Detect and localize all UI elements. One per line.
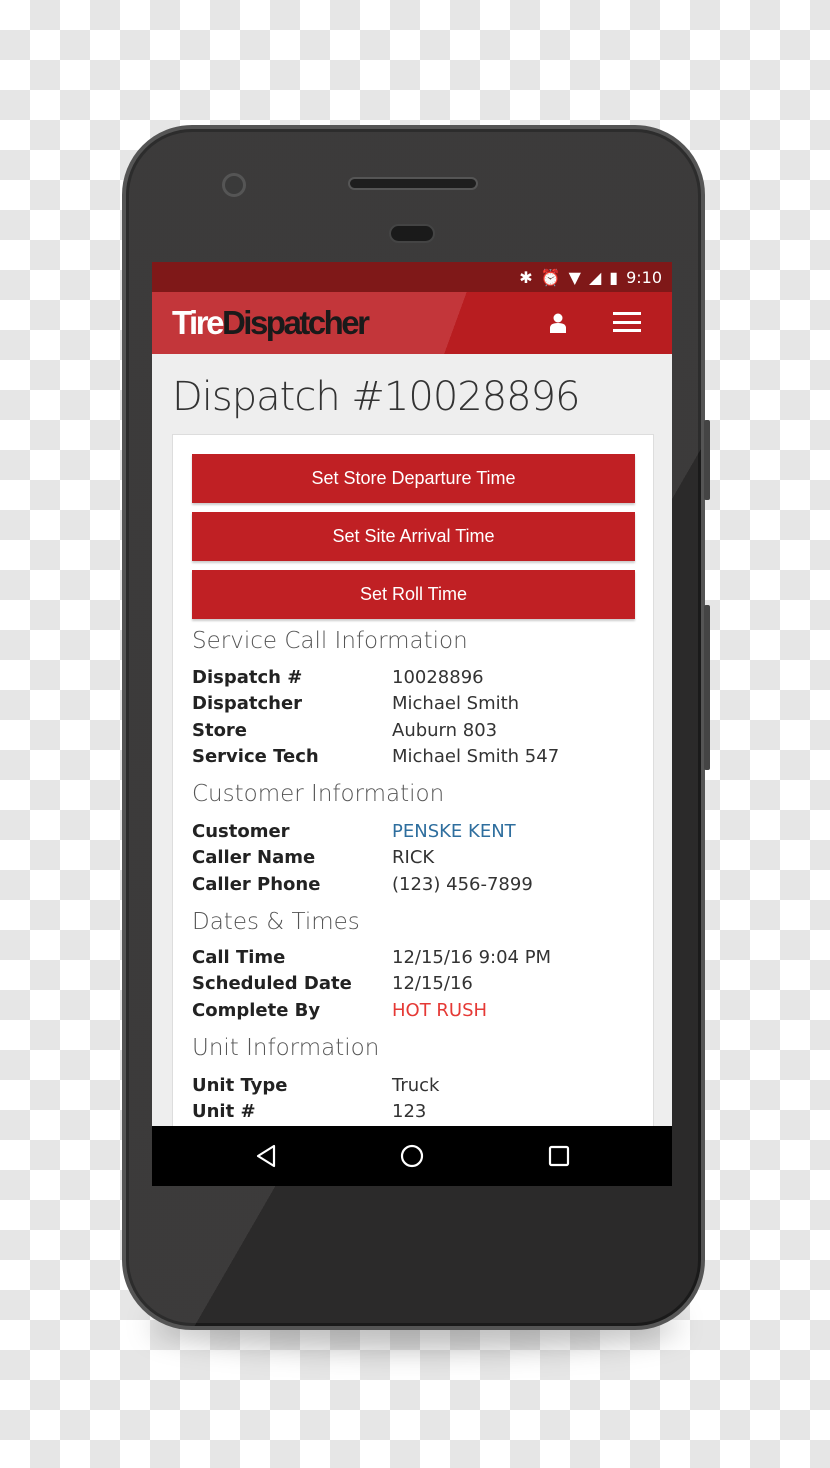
earpiece-speaker	[348, 177, 478, 190]
status-time: 9:10	[626, 267, 662, 287]
info-value: 10028896	[392, 667, 484, 688]
section-heading: Service Call Information	[192, 628, 468, 654]
info-row: Store Auburn 803	[192, 720, 497, 741]
alarm-icon: ⏰	[540, 267, 561, 287]
info-value: Michael Smith	[392, 693, 520, 714]
info-row: Customer PENSKE KENT	[192, 821, 516, 842]
home-icon[interactable]	[400, 1144, 424, 1168]
info-label: Unit #	[192, 1101, 256, 1122]
dispatch-card: Set Store Departure Time Set Site Arriva…	[172, 434, 654, 1186]
info-label: Dispatch #	[192, 667, 303, 688]
section-heading: Dates & Times	[192, 909, 360, 935]
app-bar: TireDispatcher	[152, 292, 672, 354]
power-button	[704, 605, 710, 770]
info-row: Caller Phone (123) 456-7899	[192, 874, 533, 895]
info-label: Unit Type	[192, 1075, 288, 1096]
info-row: Call Time 12/15/16 9:04 PM	[192, 947, 551, 968]
bluetooth-icon: ✱	[519, 267, 533, 287]
info-row: Dispatcher Michael Smith	[192, 693, 519, 714]
back-icon[interactable]	[254, 1144, 278, 1168]
wifi-icon: ▼	[568, 267, 581, 287]
info-label: Caller Name	[192, 847, 316, 868]
info-label: Complete By	[192, 1000, 321, 1021]
signal-icon: ◢	[588, 267, 602, 287]
info-label: Dispatcher	[192, 693, 303, 714]
info-value: 123	[392, 1101, 427, 1122]
volume-button	[704, 420, 710, 500]
info-label: Caller Phone	[192, 874, 321, 895]
section-heading: Customer Information	[192, 781, 445, 807]
info-value: 12/15/16 9:04 PM	[392, 947, 552, 968]
screen: ✱ ⏰ ▼ ◢ ▮ 9:10 TireDispatcher Dispatch #…	[152, 262, 672, 1186]
page-title: Dispatch #10028896	[172, 374, 581, 420]
info-row: Complete By HOT RUSH	[192, 1000, 487, 1021]
info-value: HOT RUSH	[392, 1000, 488, 1021]
info-label: Scheduled Date	[192, 973, 352, 994]
info-value: RICK	[392, 847, 435, 868]
proximity-sensor	[389, 224, 435, 243]
info-row: Scheduled Date 12/15/16	[192, 973, 473, 994]
user-icon[interactable]	[550, 313, 566, 333]
set-roll-time-button[interactable]: Set Roll Time	[192, 570, 635, 619]
info-row: Caller Name RICK	[192, 847, 434, 868]
info-row: Dispatch # 10028896	[192, 667, 484, 688]
info-value: 12/15/16	[392, 973, 473, 994]
info-label: Store	[192, 720, 248, 741]
info-value: Auburn 803	[392, 720, 498, 741]
front-camera	[222, 173, 246, 197]
info-value: Truck	[392, 1075, 440, 1096]
info-row: Unit Type Truck	[192, 1075, 439, 1096]
hamburger-menu-icon[interactable]	[613, 312, 641, 332]
section-heading: Unit Information	[192, 1035, 380, 1061]
info-row: Unit # 123	[192, 1101, 426, 1122]
info-value[interactable]: PENSKE KENT	[392, 821, 516, 842]
android-nav-bar	[152, 1126, 672, 1186]
info-value: (123) 456-7899	[392, 874, 533, 895]
info-label: Service Tech	[192, 746, 319, 767]
info-label: Call Time	[192, 947, 286, 968]
recents-icon[interactable]	[547, 1144, 571, 1168]
info-value: Michael Smith 547	[392, 746, 560, 767]
status-bar: ✱ ⏰ ▼ ◢ ▮ 9:10	[152, 262, 672, 292]
battery-charging-icon: ▮	[609, 267, 619, 287]
tiredispatcher-logo[interactable]: TireDispatcher	[172, 304, 370, 342]
info-label: Customer	[192, 821, 290, 842]
info-row: Service Tech Michael Smith 547	[192, 746, 559, 767]
set-store-departure-time-button[interactable]: Set Store Departure Time	[192, 454, 635, 503]
set-site-arrival-time-button[interactable]: Set Site Arrival Time	[192, 512, 635, 561]
